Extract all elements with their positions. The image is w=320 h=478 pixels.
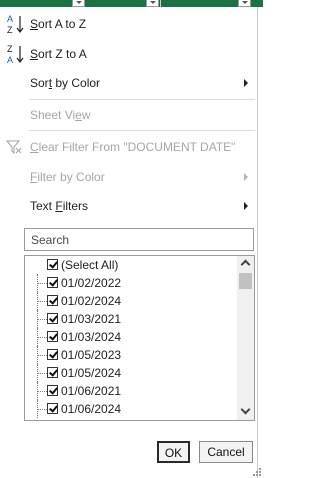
menu-item-sort-by-color[interactable]: Sort by Color [0,70,257,96]
checkbox[interactable] [47,403,58,414]
menu-item-sheet-view: Sheet View [0,102,257,128]
menu-item-sort-z-to-a[interactable]: Z A Sort Z to A [0,41,257,67]
list-item[interactable]: 01/03/2021 [25,310,235,328]
filter-value-list[interactable]: (Select All) 01/02/2022 01/02/2024 01/03… [24,255,255,421]
sort-descending-icon: Z A [7,44,24,65]
sheet-header-strip [0,0,263,7]
clear-filter-icon [6,140,22,155]
filter-dropdown-button[interactable] [72,0,85,7]
list-item-select-all[interactable]: (Select All) [25,256,235,274]
menu-item-label: Sort Z to A [30,47,87,61]
checkbox[interactable] [47,331,58,342]
list-item-label: 01/05/2024 [61,366,122,380]
svg-text:A: A [7,55,13,65]
menu-item-label: Sort A to Z [30,17,87,31]
list-item-label: 01/02/2024 [61,294,122,308]
menu-item-clear-filter: Clear Filter From "DOCUMENT DATE" [0,134,257,160]
checkbox[interactable] [47,349,58,360]
list-item-label: 01/03/2021 [61,312,122,326]
list-item[interactable]: 01/06/2024 [25,400,235,418]
list-item[interactable]: 01/03/2024 [25,328,235,346]
search-input[interactable] [31,230,241,249]
list-item-label: 01/03/2024 [61,330,122,344]
list-item[interactable]: 01/05/2024 [25,364,235,382]
checkbox[interactable] [47,259,58,270]
list-item-label: (Select All) [61,258,119,272]
list-item-label: 01/02/2022 [61,276,122,290]
scroll-down-arrow-icon[interactable] [237,404,254,420]
ok-button[interactable]: OK [157,441,190,463]
menu-item-filter-by-color: Filter by Color [0,164,257,190]
checkbox[interactable] [47,385,58,396]
checkbox[interactable] [47,295,58,306]
filter-dropdown-button[interactable] [238,0,251,7]
checkbox[interactable] [47,313,58,324]
list-item-label: 01/06/2021 [61,384,122,398]
menu-item-label: Clear Filter From "DOCUMENT DATE" [30,140,236,154]
scroll-up-arrow-icon[interactable] [237,256,254,272]
chevron-right-icon [244,173,248,181]
menu-separator [29,99,255,100]
scrollbar-thumb[interactable] [239,273,252,289]
list-item-label: 01/06/2024 [61,402,122,416]
search-box[interactable] [24,228,254,251]
list-item[interactable]: 01/02/2024 [25,292,235,310]
list-item[interactable]: 01/02/2022 [25,274,235,292]
menu-item-text-filters[interactable]: Text Filters [0,193,257,219]
menu-item-label: Filter by Color [30,170,105,184]
checkbox[interactable] [47,367,58,378]
svg-text:Z: Z [7,25,13,35]
column-divider [160,0,161,7]
chevron-right-icon [244,79,248,87]
checkbox[interactable] [47,277,58,288]
menu-item-label: Sheet View [30,108,91,122]
cancel-button[interactable]: Cancel [199,441,253,463]
list-item-label: 01/05/2023 [61,348,122,362]
menu-item-label: Text Filters [30,199,89,213]
list-item[interactable]: 01/06/2021 [25,382,235,400]
filter-dropdown-button[interactable] [146,0,159,7]
sort-ascending-icon: A Z [7,14,24,35]
resize-grip-icon[interactable] [253,468,261,476]
chevron-right-icon [244,202,248,210]
list-scrollbar[interactable] [237,256,254,420]
menu-item-label: Sort by Color [30,76,101,90]
svg-text:Z: Z [7,44,13,54]
list-item[interactable]: 01/05/2023 [25,346,235,364]
menu-separator [29,130,255,131]
svg-text:A: A [7,14,13,24]
menu-item-sort-a-to-z[interactable]: A Z Sort A to Z [0,11,257,37]
